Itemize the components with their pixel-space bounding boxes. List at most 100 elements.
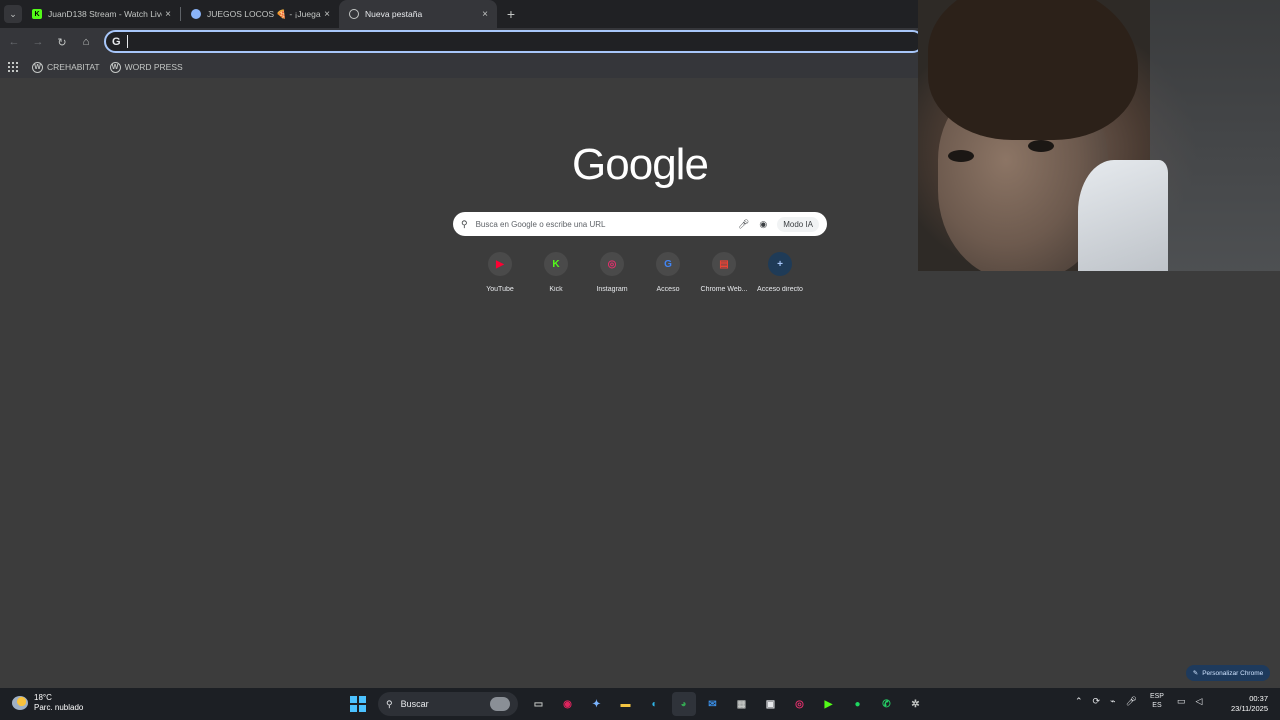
chrome-icon[interactable]: ◕	[671, 692, 696, 716]
tab-title: Nueva pestaña	[365, 9, 423, 19]
shortcut-youtube[interactable]: ▶ YouTube	[472, 252, 528, 293]
shortcut-label: Chrome Web...	[700, 286, 748, 293]
spotify-icon[interactable]: ●	[846, 692, 870, 716]
apps-grid-icon[interactable]	[8, 62, 18, 72]
copilot-icon[interactable]: ✦	[585, 692, 609, 716]
red-app-icon[interactable]: ◉	[556, 692, 580, 716]
bookmarks-bar: W CREHABITAT W WORD PRESS	[0, 56, 918, 78]
bookmark-word-press[interactable]: W WORD PRESS	[109, 61, 183, 73]
kick-icon: K	[544, 252, 568, 276]
chevron-up-icon[interactable]: ⌃	[1075, 696, 1083, 707]
tab-title: JUEGOS LOCOS 🍕 - ¡Juega Gr	[207, 8, 321, 19]
webcam-overlay	[918, 0, 1280, 271]
wordpress-icon: W	[32, 61, 43, 73]
weather-widget[interactable]: 18°C Parc. nublado	[12, 693, 83, 713]
shortcut-label: Acceso directo	[757, 286, 803, 293]
tab-title: JuanD138 Stream - Watch Live	[48, 9, 162, 19]
personalize-chrome-button[interactable]: ✎ Personalizar Chrome	[1186, 665, 1270, 681]
back-button[interactable]: ←	[2, 36, 26, 48]
text-caret	[126, 35, 128, 48]
chrome-icon	[349, 9, 359, 19]
new-tab-button[interactable]: +	[501, 6, 521, 22]
display-icon[interactable]: ▭	[1177, 696, 1186, 707]
tab-juegos-locos[interactable]: JUEGOS LOCOS 🍕 - ¡Juega Gr ×	[181, 0, 339, 28]
calculator-icon[interactable]: ▦	[730, 692, 754, 716]
task-view-icon[interactable]: ▭	[527, 692, 551, 716]
shortcut-instagram[interactable]: ◎ Instagram	[584, 252, 640, 293]
sync-icon[interactable]: ⟳	[1093, 696, 1101, 707]
close-icon[interactable]: ×	[162, 9, 174, 20]
weather-description: Parc. nublado	[34, 703, 84, 712]
address-bar[interactable]: G	[104, 30, 924, 53]
kick-icon[interactable]: ▶	[817, 692, 841, 716]
search-highlight-icon	[490, 697, 510, 711]
pencil-icon: ✎	[1192, 670, 1199, 677]
windows-start-icon[interactable]	[350, 696, 366, 712]
forward-button[interactable]: →	[26, 36, 50, 48]
bookmark-label: CREHABITAT	[47, 62, 100, 72]
close-icon[interactable]: ×	[479, 9, 491, 20]
google-lens-icon[interactable]: ◉	[759, 219, 767, 230]
volume-icon[interactable]: ◁	[1195, 696, 1202, 707]
ai-mode-label: Modo IA	[783, 219, 813, 229]
webcam-hair	[928, 0, 1138, 140]
whatsapp-icon[interactable]: ✆	[875, 692, 899, 716]
taskbar-apps: ⚲ Buscar ▭ ◉ ✦ ▬ ◐ ◕ ✉ ▦ ▣ ◎ ▶ ● ✆ ✲	[350, 692, 930, 716]
google-icon: G	[656, 252, 680, 276]
personalize-label: Personalizar Chrome	[1202, 669, 1264, 677]
clock-time: 00:37	[1249, 694, 1268, 703]
partly-cloudy-icon	[12, 696, 28, 710]
microphone-icon[interactable]: 🎤︎	[1126, 696, 1137, 707]
network-icon[interactable]: ⌁	[1110, 696, 1115, 707]
microphone-icon[interactable]: 🎤︎	[738, 219, 749, 230]
taskbar-search[interactable]: ⚲ Buscar	[378, 692, 518, 716]
instagram-icon[interactable]: ◎	[788, 692, 812, 716]
tab-search-button[interactable]: ⌄	[4, 5, 22, 23]
edge-icon[interactable]: ◐	[643, 692, 667, 716]
system-tray: ⌃ ⟳ ⌁ 🎤︎ ESP ES ▭ ◁	[1070, 692, 1207, 710]
webcam-eye	[1028, 140, 1054, 152]
tab-nueva-pestana[interactable]: Nueva pestaña ×	[339, 0, 497, 28]
reload-button[interactable]: ↻	[50, 36, 74, 49]
poki-icon	[191, 9, 201, 19]
shortcuts-grid: ▶ YouTube K Kick ◎ Instagram G Acceso ▤ …	[472, 252, 808, 293]
shortcut-acceso[interactable]: G Acceso	[640, 252, 696, 293]
browser-toolbar: ← → ↻ ⌂ G	[0, 28, 924, 56]
webcam-background	[1150, 0, 1280, 271]
chrome-web-store-icon: ▤	[712, 252, 736, 276]
youtube-icon: ▶	[488, 252, 512, 276]
bookmark-label: WORD PRESS	[124, 62, 183, 72]
windows-taskbar: 18°C Parc. nublado ⚲ Buscar ▭ ◉ ✦ ▬ ◐ ◕ …	[0, 688, 1280, 720]
bookmark-crehabitat[interactable]: W CREHABITAT	[32, 61, 100, 73]
google-icon: G	[112, 35, 121, 48]
close-icon[interactable]: ×	[321, 9, 333, 20]
search-icon: ⚲	[461, 218, 468, 229]
clock-date: 23/11/2025	[1231, 704, 1268, 713]
wordpress-icon: W	[109, 61, 121, 73]
language-bottom: ES	[1152, 702, 1162, 709]
clock[interactable]: 00:37 23/11/2025	[1224, 694, 1268, 714]
outlook-icon[interactable]: ✉	[701, 692, 725, 716]
kick-icon: K	[32, 9, 42, 19]
ai-mode-button[interactable]: Modo IA	[777, 216, 819, 232]
shortcut-kick[interactable]: K Kick	[528, 252, 584, 293]
shortcut-label: Acceso	[656, 286, 680, 293]
shortcut-label: Kick	[549, 286, 563, 293]
language-top: ESP	[1149, 693, 1164, 700]
webcam-shirt	[1078, 160, 1168, 271]
home-button[interactable]: ⌂	[74, 36, 98, 48]
tab-juand138[interactable]: K JuanD138 Stream - Watch Live ×	[22, 0, 180, 28]
add-shortcut-button[interactable]: + Acceso directo	[752, 252, 808, 293]
instagram-icon: ◎	[600, 252, 624, 276]
chevron-down-icon: ⌄	[9, 8, 17, 19]
file-explorer-icon[interactable]: ▬	[614, 692, 638, 716]
chatgpt-icon[interactable]: ✲	[904, 692, 928, 716]
search-placeholder: Busca en Google o escribe una URL	[475, 219, 606, 229]
search-icon: ⚲	[386, 698, 393, 709]
language-indicator[interactable]: ESP ES	[1150, 692, 1164, 710]
weather-temperature: 18°C	[34, 693, 52, 702]
search-box[interactable]: ⚲ Busca en Google o escribe una URL 🎤︎ ◉…	[453, 212, 827, 236]
shortcut-chrome-web-store[interactable]: ▤ Chrome Web...	[696, 252, 752, 293]
store-icon[interactable]: ▣	[759, 692, 783, 716]
plus-icon: +	[768, 252, 792, 276]
